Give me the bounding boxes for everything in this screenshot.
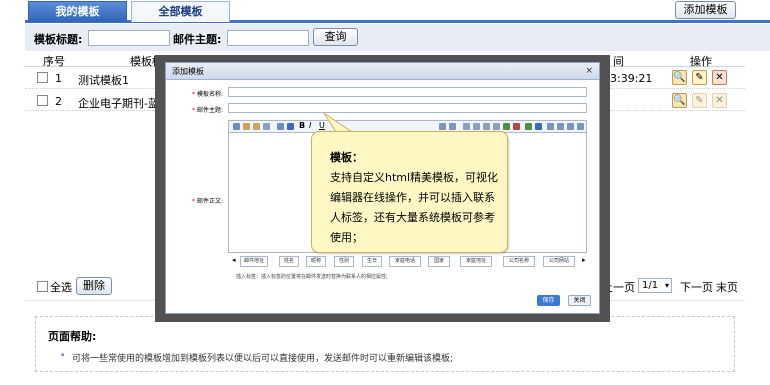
print-icon[interactable] — [547, 123, 554, 130]
align-left-icon[interactable] — [463, 123, 470, 130]
tag-button[interactable]: 性别 — [334, 256, 354, 267]
select-all-label: 全选 — [50, 281, 72, 294]
tag-button[interactable]: 昵称 — [306, 256, 326, 267]
tab-my-templates[interactable]: 我的模板 — [28, 1, 127, 22]
body-field-label: * 邮件正文: — [192, 198, 223, 205]
next-page-link[interactable]: 下一页 — [680, 279, 713, 295]
close-icon[interactable]: × — [585, 63, 593, 80]
query-button[interactable]: 查询 — [313, 28, 358, 46]
tag-button[interactable]: 邮件地址 — [240, 256, 268, 267]
fullscreen-icon[interactable] — [577, 123, 584, 130]
align-center-icon[interactable] — [473, 123, 480, 130]
row-time: 3:39:21 — [610, 72, 653, 85]
row-checkbox[interactable] — [37, 72, 48, 83]
copy-icon[interactable] — [243, 123, 250, 130]
close-button[interactable]: 关闭 — [568, 295, 591, 306]
font-icon[interactable] — [287, 123, 294, 130]
edit-icon: ✎ — [692, 93, 707, 108]
title-search-label: 模板标题: — [34, 33, 83, 46]
bullet-icon: • — [60, 351, 66, 361]
tooltip-body: 支持自定义html精美模板，可视化编辑器在线操作，并可以插入联系人标签，还有大量… — [330, 171, 499, 244]
cut-icon[interactable] — [233, 123, 240, 130]
redo-icon[interactable] — [449, 123, 456, 130]
bold-icon[interactable]: B — [299, 121, 305, 130]
help-title: 页面帮助: — [48, 330, 97, 343]
chevron-down-icon: ▾ — [664, 281, 669, 290]
feature-tooltip: 模板： 支持自定义html精美模板，可视化编辑器在线操作，并可以插入联系人标签，… — [311, 131, 508, 253]
row-title[interactable]: 测试模板1 — [78, 72, 129, 88]
italic-icon[interactable]: I — [309, 121, 311, 130]
list-icon[interactable] — [493, 123, 500, 130]
row-checkbox[interactable] — [37, 95, 48, 106]
page-select[interactable]: 1/1 ▾ — [638, 278, 672, 293]
delete-button[interactable]: 删除 — [76, 277, 112, 295]
add-template-button[interactable]: 添加模板 — [675, 1, 736, 19]
paste-icon[interactable] — [253, 123, 260, 130]
tag-button[interactable]: 公司网站 — [543, 256, 575, 267]
scroll-left-icon[interactable]: ◂ — [232, 256, 236, 264]
image-icon[interactable] — [503, 123, 510, 130]
tag-button[interactable]: 家庭电话 — [389, 256, 421, 267]
subject-search-label: 邮件主题: — [173, 33, 222, 46]
scroll-right-icon[interactable]: ▸ — [582, 256, 586, 264]
help-item: 可将一些常使用的模板增加到模板列表以便以后可以直接使用，发送邮件时可以重新编辑该… — [72, 354, 454, 364]
template-name-input[interactable] — [228, 87, 587, 97]
tag-button[interactable]: 国家 — [428, 256, 450, 267]
page-select-value: 1/1 — [642, 280, 659, 291]
tooltip-title: 模板： — [330, 151, 363, 164]
align-right-icon[interactable] — [483, 123, 490, 130]
name-field-label: * 模板名称: — [192, 91, 223, 98]
preview-icon[interactable]: 🔍 — [672, 93, 687, 108]
tag-button[interactable]: 家庭地址 — [460, 256, 492, 267]
format-icon[interactable] — [277, 123, 284, 130]
tab-all-templates[interactable]: 全部模板 — [131, 1, 230, 22]
row-index: 2 — [55, 95, 62, 108]
tag-button[interactable]: 公司名称 — [503, 256, 535, 267]
undo-icon[interactable] — [439, 123, 446, 130]
source-icon[interactable] — [525, 123, 532, 130]
dialog-title: 添加模板 — [166, 63, 599, 80]
last-page-link[interactable]: 末页 — [716, 279, 738, 295]
subject-field-label: * 邮件主题: — [192, 107, 223, 114]
delete-icon: ✕ — [712, 93, 727, 108]
link-icon[interactable] — [535, 123, 542, 130]
tag-hint: 插入标签：插入标签的位置将在邮件发送时替换为联系人的相应属性; — [236, 274, 388, 280]
tag-button[interactable]: 生日 — [362, 256, 382, 267]
preview-icon[interactable]: 🔍 — [672, 70, 687, 85]
mail-subject-input[interactable] — [228, 103, 587, 113]
table-icon[interactable] — [513, 123, 520, 130]
row-index: 1 — [55, 72, 62, 85]
paste-text-icon[interactable] — [263, 123, 270, 130]
find-icon[interactable] — [567, 123, 574, 130]
save-button[interactable]: 保存 — [537, 295, 560, 306]
subject-search-input[interactable] — [227, 30, 309, 46]
select-all-checkbox[interactable] — [37, 281, 48, 292]
title-search-input[interactable] — [88, 30, 170, 46]
delete-icon[interactable]: ✕ — [712, 70, 727, 85]
edit-icon[interactable]: ✎ — [692, 70, 707, 85]
preview-doc-icon[interactable] — [557, 123, 564, 130]
tag-button[interactable]: 姓名 — [279, 256, 299, 267]
